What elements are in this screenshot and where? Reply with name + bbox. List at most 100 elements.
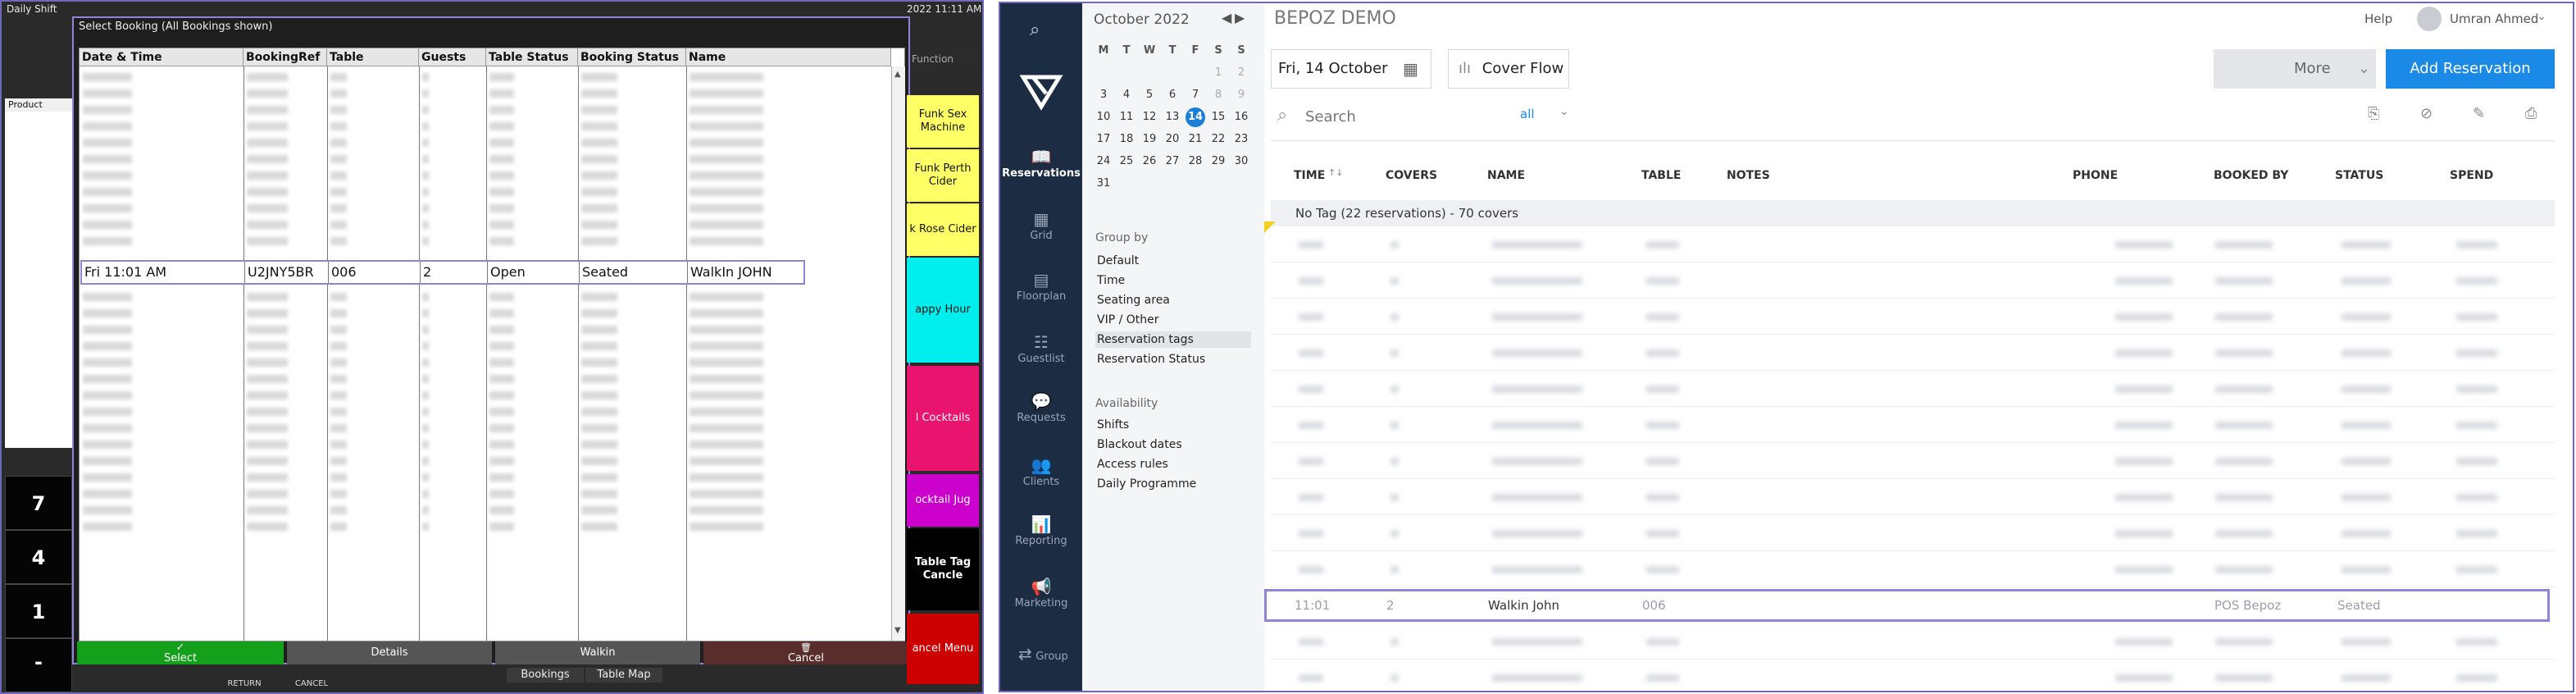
keypad-key-7[interactable]: 7 xyxy=(5,476,72,530)
avatar[interactable] xyxy=(2417,7,2442,31)
calendar-day[interactable]: 2 xyxy=(1230,62,1253,84)
col-name[interactable]: NAME xyxy=(1487,169,1525,182)
group-by-option[interactable]: Time xyxy=(1095,272,1251,289)
group-by-option[interactable]: Reservation tags xyxy=(1095,331,1251,348)
date-picker[interactable]: Fri, 14 October ▦ xyxy=(1271,49,1431,89)
calendar-day[interactable]: 12 xyxy=(1138,106,1161,128)
scroll-down-icon[interactable]: ▼ xyxy=(894,626,901,635)
calendar-day[interactable]: 13 xyxy=(1161,106,1184,128)
col-phone[interactable]: PHONE xyxy=(2073,169,2118,182)
group-by-option[interactable]: Default xyxy=(1095,253,1251,269)
availability-link[interactable]: Shifts xyxy=(1095,417,1251,433)
calendar-day[interactable]: 14 xyxy=(1184,106,1207,128)
user-name[interactable]: Umran Ahmed xyxy=(2450,11,2538,26)
group-by-option[interactable]: Seating area xyxy=(1095,292,1251,308)
edit-icon[interactable]: ✎ xyxy=(2473,105,2485,122)
calendar-day[interactable]: 24 xyxy=(1092,150,1115,172)
calendar-day[interactable]: 19 xyxy=(1138,128,1161,150)
nav-group[interactable]: ⇄ Group xyxy=(1000,643,1082,668)
table-row[interactable] xyxy=(1271,226,2555,263)
group-by-option[interactable]: Reservation Status xyxy=(1095,351,1251,368)
function-button[interactable]: Funk Perth Cider xyxy=(907,149,979,202)
table-row[interactable] xyxy=(1271,263,2555,299)
function-button[interactable]: k Rose Cider xyxy=(907,203,979,256)
more-dropdown[interactable]: More ⌄ xyxy=(2214,49,2376,89)
nav-guestlist[interactable]: ☷ Guestlist xyxy=(1000,328,1082,386)
select-button[interactable]: ✓ Select xyxy=(77,641,284,664)
col-table[interactable]: TABLE xyxy=(1641,169,1681,182)
col-status[interactable]: STATUS xyxy=(2335,169,2383,182)
calendar-day[interactable]: 6 xyxy=(1161,84,1184,106)
table-row[interactable] xyxy=(1271,443,2555,479)
block-icon[interactable]: ⊘ xyxy=(2420,105,2433,122)
calendar-day[interactable]: 30 xyxy=(1230,150,1253,172)
calendar-day[interactable]: 8 xyxy=(1207,84,1230,106)
add-reservation-button[interactable]: Add Reservation xyxy=(2386,49,2555,89)
table-row[interactable] xyxy=(1271,479,2555,515)
sort-icon[interactable]: ↑↓ xyxy=(1328,167,1343,178)
col-guests[interactable]: Guests xyxy=(419,48,486,66)
table-row[interactable] xyxy=(1271,335,2555,371)
col-time[interactable]: TIME xyxy=(1294,169,1325,182)
help-link[interactable]: Help xyxy=(2364,11,2392,26)
function-button[interactable]: Funk Sex Machine xyxy=(907,95,979,148)
group-by-option[interactable]: VIP / Other xyxy=(1095,312,1251,328)
table-row[interactable] xyxy=(1271,299,2555,335)
calendar-day[interactable]: 11 xyxy=(1115,106,1138,128)
scroll-up-icon[interactable]: ▲ xyxy=(894,70,901,79)
col-spend[interactable]: SPEND xyxy=(2450,169,2493,182)
selected-booking-row[interactable]: Fri 11:01 AM U2JNY5BR 006 2 Open Seated … xyxy=(80,260,805,285)
function-button[interactable]: Table Tag Cancle xyxy=(907,528,979,610)
table-map-link[interactable]: Table Map xyxy=(585,668,662,683)
calendar-icon[interactable]: ▦ xyxy=(1403,50,1418,88)
keypad-key-1[interactable]: 1 xyxy=(5,584,72,638)
cancel-button[interactable]: 🗑 Cancel xyxy=(703,641,908,664)
function-button[interactable]: appy Hour xyxy=(907,258,979,363)
calendar-day[interactable]: 15 xyxy=(1207,106,1230,128)
col-notes[interactable]: NOTES xyxy=(1727,169,1770,182)
col-table[interactable]: Table xyxy=(327,48,419,66)
cover-flow-button[interactable]: ılı Cover Flow xyxy=(1448,49,1569,89)
availability-link[interactable]: Daily Programme xyxy=(1095,476,1251,492)
col-booking-status[interactable]: Booking Status xyxy=(578,48,686,66)
calendar-day[interactable]: 4 xyxy=(1115,84,1138,106)
grid-scrollbar[interactable]: ▲ ▼ xyxy=(891,66,905,641)
col-name[interactable]: Name xyxy=(686,48,891,66)
calendar-day[interactable]: 17 xyxy=(1092,128,1115,150)
nav-clients[interactable]: 👥 Clients xyxy=(1000,451,1082,509)
calendar-day[interactable]: 5 xyxy=(1138,84,1161,106)
table-row[interactable] xyxy=(1271,371,2555,407)
table-row[interactable] xyxy=(1271,515,2555,551)
calendar-day[interactable]: 7 xyxy=(1184,84,1207,106)
search-filter[interactable]: all xyxy=(1520,107,1535,121)
cancel-label[interactable]: CANCEL xyxy=(279,679,344,692)
table-row[interactable] xyxy=(1271,407,2555,443)
selected-reservation-row[interactable]: 11:01 2 Walkin John 006 POS Bepoz Seated xyxy=(1264,589,2550,622)
calendar-day[interactable]: 9 xyxy=(1230,84,1253,106)
col-booked-by[interactable]: BOOKED BY xyxy=(2214,169,2288,182)
chevron-down-icon[interactable]: ⌄ xyxy=(2537,10,2546,23)
function-button[interactable]: l Cocktails xyxy=(907,366,979,471)
nav-marketing[interactable]: 📢 Marketing xyxy=(1000,573,1082,630)
table-row[interactable] xyxy=(1271,660,2555,691)
search-icon[interactable]: ⌕ xyxy=(1030,20,1040,40)
calendar-day[interactable]: 27 xyxy=(1161,150,1184,172)
table-row[interactable] xyxy=(1271,551,2555,587)
details-button[interactable]: Details xyxy=(287,641,492,664)
calendar-day[interactable]: 18 xyxy=(1115,128,1138,150)
walkin-button[interactable]: Walkin xyxy=(495,641,700,664)
calendar-day[interactable]: 10 xyxy=(1092,106,1115,128)
nav-requests[interactable]: 💬 Requests xyxy=(1000,387,1082,445)
calendar-day[interactable]: 29 xyxy=(1207,150,1230,172)
keypad-key-minus[interactable]: - xyxy=(5,638,72,692)
col-booking-ref[interactable]: BookingRef xyxy=(243,48,327,66)
calendar-day[interactable]: 1 xyxy=(1207,62,1230,84)
calendar-day[interactable]: 25 xyxy=(1115,150,1138,172)
calendar-day[interactable]: 21 xyxy=(1184,128,1207,150)
calendar-day[interactable]: 16 xyxy=(1230,106,1253,128)
calendar-day[interactable]: 22 xyxy=(1207,128,1230,150)
search-input[interactable] xyxy=(1304,107,1500,126)
col-table-status[interactable]: Table Status xyxy=(486,48,578,66)
nav-grid[interactable]: ▦ Grid xyxy=(1000,205,1082,263)
calendar-day[interactable]: 31 xyxy=(1092,172,1115,194)
